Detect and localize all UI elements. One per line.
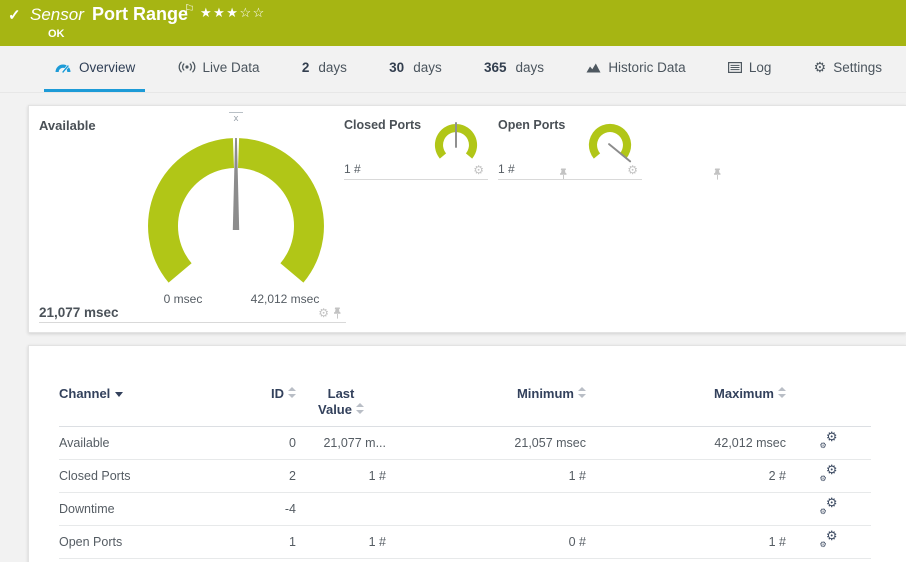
gauge-widget-open-ports: Open Ports 1 # ⚙ — [498, 118, 721, 180]
table-row: Available 0 21,077 m... 21,057 msec 42,0… — [59, 426, 871, 460]
column-header-actions — [786, 386, 871, 427]
log-icon — [727, 61, 742, 73]
table-header-row: Channel ID Last Value Minimum Maximum — [59, 386, 871, 427]
status-check-icon: ✓ — [8, 7, 21, 24]
stars-filled: ★★★ — [200, 5, 240, 20]
tab-30-days[interactable]: 30 days — [379, 45, 452, 92]
gauge-needle — [232, 138, 240, 230]
tab-2-days[interactable]: 2 days — [292, 45, 357, 92]
cell-channel: Available — [59, 426, 234, 460]
sensor-tab-bar: Overview Live Data 2 days 30 days 365 da… — [0, 45, 906, 93]
table-row: Downtime -4 ⚙ ⚙ — [59, 492, 871, 526]
sensor-title: Port Range — [92, 4, 189, 24]
cell-channel: Closed Ports — [59, 459, 234, 493]
cell-id: 0 — [234, 426, 296, 460]
cell-last-value: 1 # — [296, 525, 386, 559]
pin-icon[interactable] — [333, 307, 342, 319]
sensor-status-header: ✓ Sensor Port Range ⚐ ★★★☆☆ OK — [0, 0, 906, 46]
tab-label: days — [318, 59, 347, 75]
available-gauge — [148, 138, 324, 283]
tab-label: Overview — [79, 59, 136, 75]
tab-label: Log — [748, 59, 772, 75]
flag-icon[interactable]: ⚐ — [184, 2, 195, 16]
tab-historic-data[interactable]: Historic Data — [576, 45, 695, 92]
table-row: Closed Ports 2 1 # 1 # 2 # ⚙ ⚙ — [59, 459, 871, 493]
cell-channel: Open Ports — [59, 525, 234, 559]
column-header-channel[interactable]: Channel — [59, 386, 234, 427]
tab-label: Settings — [833, 59, 882, 75]
status-badge: OK — [48, 28, 65, 40]
gear-icon[interactable]: ⚙ — [473, 164, 484, 176]
column-header-minimum[interactable]: Minimum — [386, 386, 586, 427]
sort-icon — [355, 403, 364, 414]
channel-name-label: Open Ports — [498, 118, 566, 132]
gear-icon[interactable]: ⚙ — [318, 307, 329, 319]
cell-channel: Downtime — [59, 492, 234, 526]
column-header-id[interactable]: ID — [234, 386, 296, 427]
gauge-max-label: 42,012 msec — [250, 292, 320, 306]
tab-label: Live Data — [202, 59, 260, 75]
tab-settings[interactable]: ⚙ Settings — [804, 45, 892, 92]
cell-last-value: 21,077 m... — [296, 426, 386, 460]
historic-chart-icon — [586, 63, 601, 72]
gear-icon[interactable]: ⚙ — [627, 164, 638, 176]
sort-icon — [578, 387, 586, 398]
cell-maximum: 2 # — [586, 459, 786, 493]
gauge-widget-closed-ports: Closed Ports 1 # ⚙ — [344, 118, 567, 180]
sort-desc-icon — [115, 392, 124, 398]
tab-overview[interactable]: Overview — [44, 45, 146, 92]
cell-last-value: 1 # — [296, 459, 386, 493]
cell-minimum: 1 # — [386, 459, 586, 493]
gear-icon: ⚙ — [813, 59, 827, 75]
channel-name-label: Available — [39, 118, 96, 133]
live-data-icon — [178, 61, 195, 73]
mean-marker: x — [229, 112, 243, 125]
gauge-icon — [55, 64, 71, 73]
cell-id: -4 — [234, 492, 296, 526]
cell-maximum: 42,012 msec — [586, 426, 786, 460]
sort-icon — [778, 387, 786, 398]
channel-last-value: 1 # — [498, 162, 515, 176]
stars-empty: ☆☆ — [239, 5, 266, 20]
channel-settings-icon[interactable]: ⚙ ⚙ — [819, 529, 839, 549]
cell-minimum: 0 # — [386, 525, 586, 559]
channel-settings-icon[interactable]: ⚙ ⚙ — [819, 430, 839, 450]
channel-last-value: 21,077 msec — [39, 305, 119, 320]
channel-settings-icon[interactable]: ⚙ ⚙ — [819, 463, 839, 483]
cell-minimum: 21,057 msec — [386, 426, 586, 460]
tab-365-days[interactable]: 365 days — [474, 45, 554, 92]
object-type-label: Sensor — [30, 5, 84, 24]
cell-id: 1 — [234, 525, 296, 559]
table-row: Open Ports 1 1 # 0 # 1 # ⚙ ⚙ — [59, 525, 871, 559]
cell-maximum — [586, 492, 786, 526]
cell-last-value — [296, 492, 386, 526]
tab-label: Historic Data — [608, 59, 686, 75]
gauge-min-label: 0 msec — [163, 292, 203, 306]
cell-id: 2 — [234, 459, 296, 493]
priority-star-rating[interactable]: ★★★☆☆ — [200, 5, 266, 21]
channel-settings-icon[interactable]: ⚙ ⚙ — [819, 496, 839, 516]
overview-gauges-panel: Available x 0 msec 42,012 msec 21,077 ms… — [28, 105, 906, 333]
tab-label: days — [515, 59, 545, 75]
channel-table: Channel ID Last Value Minimum Maximum Ava… — [59, 386, 871, 559]
channel-name-label: Closed Ports — [344, 118, 422, 132]
channel-table-panel: Channel ID Last Value Minimum Maximum Ava… — [28, 345, 906, 562]
sort-icon — [288, 387, 296, 398]
tab-label: days — [413, 59, 442, 75]
cell-maximum: 1 # — [586, 525, 786, 559]
column-header-last-value[interactable]: Last Value — [296, 386, 386, 427]
tab-live-data[interactable]: Live Data — [168, 45, 270, 92]
gauge-widget-available: Available x 0 msec 42,012 msec 21,077 ms… — [39, 112, 346, 323]
cell-minimum — [386, 492, 586, 526]
column-header-maximum[interactable]: Maximum — [586, 386, 786, 427]
tab-log[interactable]: Log — [718, 45, 782, 92]
channel-last-value: 1 # — [344, 162, 361, 176]
pin-icon[interactable] — [713, 168, 722, 180]
